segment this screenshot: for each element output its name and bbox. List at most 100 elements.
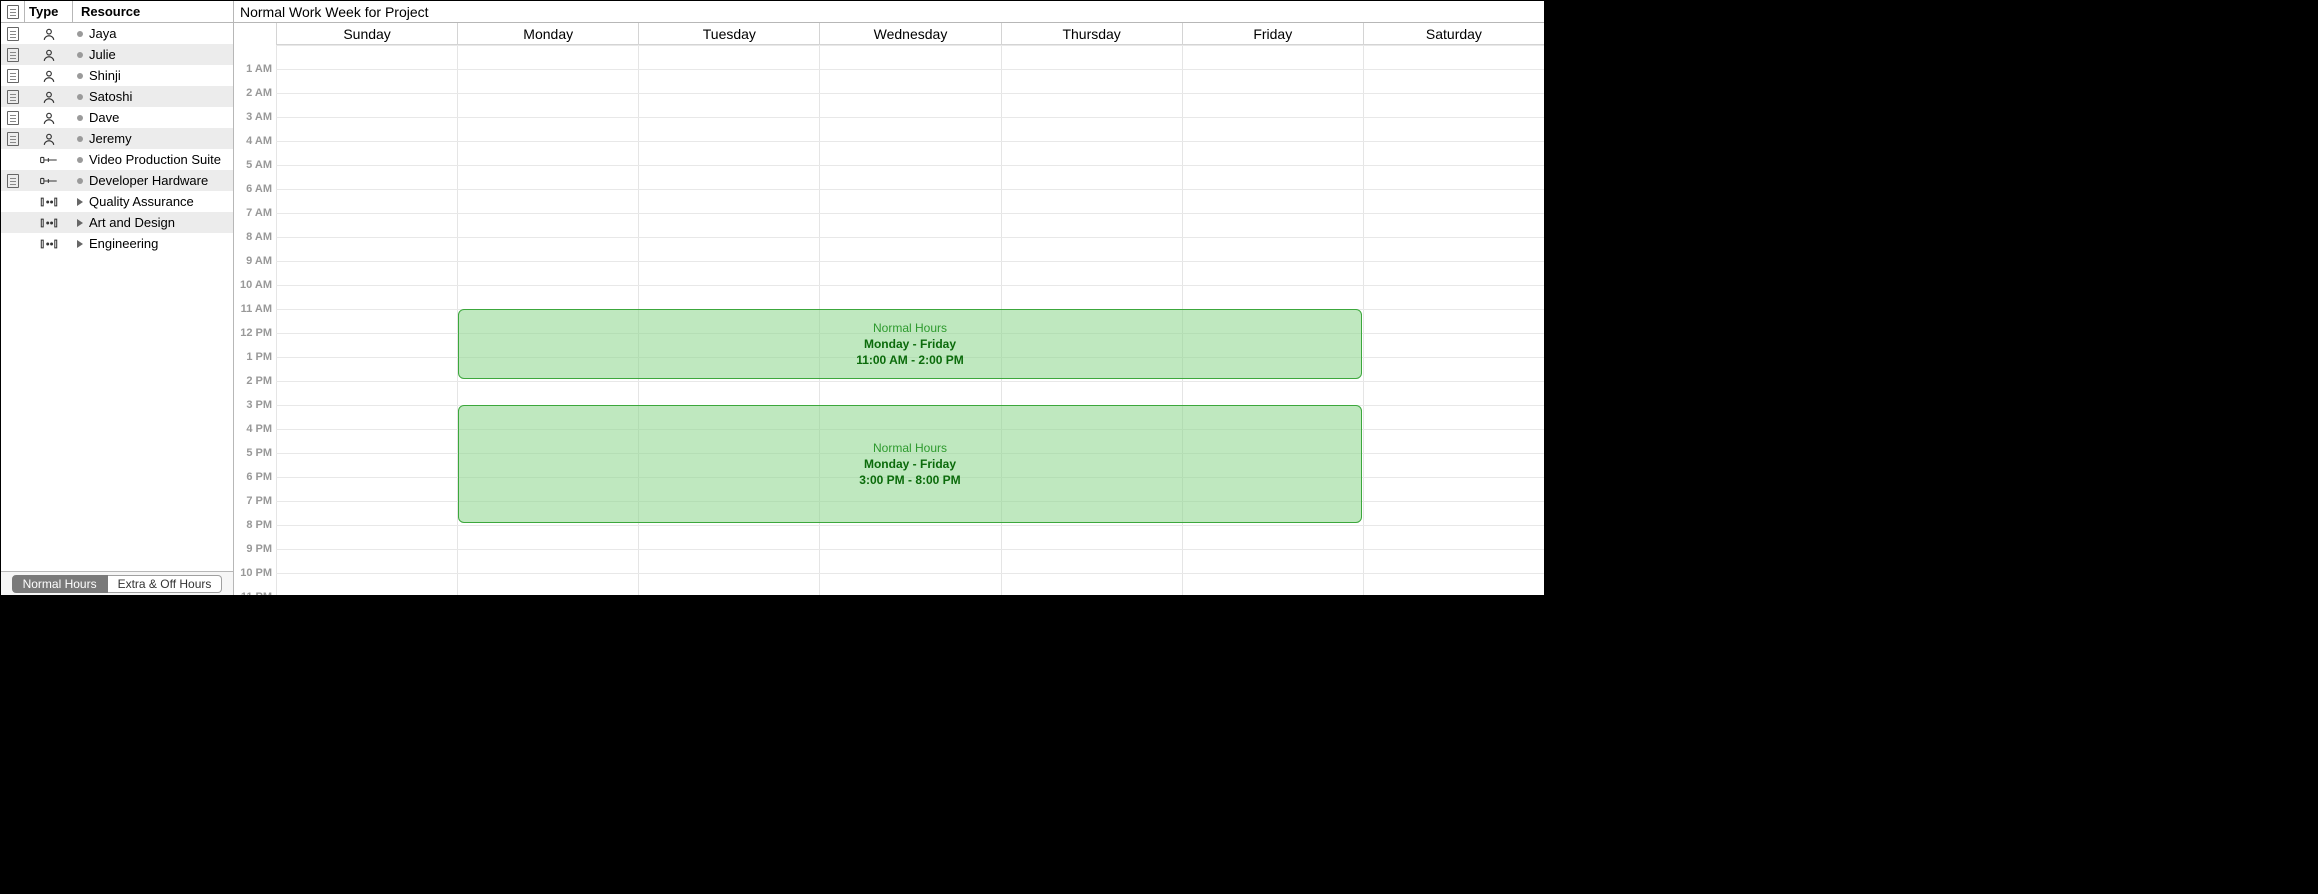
time-label: 12 PM [240, 327, 272, 339]
time-label: 7 PM [246, 495, 272, 507]
resource-row[interactable]: Satoshi [1, 86, 233, 107]
resource-row[interactable]: Quality Assurance [1, 191, 233, 212]
tab-normal-hours[interactable]: Normal Hours [12, 575, 108, 593]
equipment-icon [40, 153, 58, 167]
resource-row[interactable]: Julie [1, 44, 233, 65]
resource-name-label: Jaya [89, 26, 116, 41]
time-label: 5 AM [246, 159, 272, 171]
bullet-icon [77, 31, 83, 37]
time-label: 11 AM [241, 303, 272, 315]
group-icon [40, 216, 58, 230]
row-name-cell: Art and Design [73, 215, 233, 230]
bullet-icon [77, 73, 83, 79]
time-label: 1 PM [246, 351, 272, 363]
time-gutter: 1 AM2 AM3 AM4 AM5 AM6 AM7 AM8 AM9 AM10 A… [234, 23, 276, 595]
time-label: 9 AM [246, 255, 272, 267]
document-icon [7, 174, 19, 188]
schedule-block[interactable]: Normal HoursMonday - Friday11:00 AM - 2:… [458, 309, 1362, 379]
column-doc-icon-header[interactable] [1, 1, 25, 22]
row-type-cell [25, 132, 73, 146]
day-header-cell[interactable]: Tuesday [638, 23, 819, 44]
day-header-cell[interactable]: Monday [457, 23, 638, 44]
row-type-cell [25, 27, 73, 41]
document-icon [7, 132, 19, 146]
chevron-right-icon[interactable] [77, 219, 83, 227]
calendar-title: Normal Work Week for Project [234, 1, 1544, 23]
resource-row[interactable]: Developer Hardware [1, 170, 233, 191]
row-type-cell [25, 237, 73, 251]
resource-name-label: Shinji [89, 68, 121, 83]
row-name-cell: Jeremy [73, 131, 233, 146]
row-name-cell: Engineering [73, 236, 233, 251]
time-label: 10 PM [240, 567, 272, 579]
day-header-cell[interactable]: Thursday [1001, 23, 1182, 44]
resource-row[interactable]: Art and Design [1, 212, 233, 233]
person-icon [42, 27, 56, 41]
column-type-header[interactable]: Type [25, 1, 73, 22]
group-icon [40, 195, 58, 209]
day-column[interactable] [276, 45, 457, 595]
row-type-cell [25, 111, 73, 125]
time-label: 11 PM [241, 591, 272, 595]
column-resource-header[interactable]: Resource [73, 1, 233, 22]
row-doc-cell [1, 111, 25, 125]
row-type-cell [25, 90, 73, 104]
day-column[interactable] [1363, 45, 1544, 595]
row-type-cell [25, 195, 73, 209]
time-label: 3 PM [246, 399, 272, 411]
row-name-cell: Quality Assurance [73, 194, 233, 209]
row-name-cell: Dave [73, 110, 233, 125]
resource-name-label: Developer Hardware [89, 173, 208, 188]
document-icon [7, 5, 19, 19]
row-doc-cell [1, 132, 25, 146]
resource-row[interactable]: Engineering [1, 233, 233, 254]
day-header-cell[interactable]: Wednesday [819, 23, 1000, 44]
event-title: Normal Hours [459, 441, 1361, 455]
time-label: 4 PM [246, 423, 272, 435]
bullet-icon [77, 94, 83, 100]
event-time: 11:00 AM - 2:00 PM [459, 353, 1361, 367]
group-icon [40, 237, 58, 251]
calendar-body: SundayMondayTuesdayWednesdayThursdayFrid… [276, 23, 1544, 595]
row-type-cell [25, 153, 73, 167]
row-type-cell [25, 216, 73, 230]
calendar-grid[interactable]: Normal Hours Monday - Friday 11:00 AM - 2:… [276, 45, 1544, 595]
time-label: 8 AM [246, 231, 272, 243]
row-doc-cell [1, 174, 25, 188]
resource-name-label: Video Production Suite [89, 152, 221, 167]
chevron-right-icon[interactable] [77, 198, 83, 206]
day-header-cell[interactable]: Friday [1182, 23, 1363, 44]
event-days: Monday - Friday [459, 337, 1361, 351]
resource-name-label: Dave [89, 110, 119, 125]
document-icon [7, 27, 19, 41]
time-label: 9 PM [246, 543, 272, 555]
event-days: Monday - Friday [459, 457, 1361, 471]
resource-row[interactable]: Jeremy [1, 128, 233, 149]
resource-sidebar: Type Resource Jaya Julie Shinji Satoshi Dave… [1, 1, 234, 595]
chevron-right-icon[interactable] [77, 240, 83, 248]
time-label: 7 AM [246, 207, 272, 219]
day-header-cell[interactable]: Saturday [1363, 23, 1544, 44]
calendar-panel: Normal Work Week for Project 1 AM2 AM3 A… [234, 1, 1544, 595]
schedule-block[interactable]: Normal HoursMonday - Friday3:00 PM - 8:0… [458, 405, 1362, 523]
row-name-cell: Julie [73, 47, 233, 62]
resource-name-label: Satoshi [89, 89, 132, 104]
document-icon [7, 111, 19, 125]
document-icon [7, 69, 19, 83]
document-icon [7, 90, 19, 104]
resource-row[interactable]: Video Production Suite [1, 149, 233, 170]
resource-name-label: Julie [89, 47, 116, 62]
time-label: 2 AM [246, 87, 272, 99]
row-name-cell: Satoshi [73, 89, 233, 104]
day-header-cell[interactable]: Sunday [276, 23, 457, 44]
resource-name-label: Quality Assurance [89, 194, 194, 209]
resource-row[interactable]: Jaya [1, 23, 233, 44]
row-doc-cell [1, 69, 25, 83]
sidebar-header: Type Resource [1, 1, 233, 23]
row-type-cell [25, 174, 73, 188]
tab-extra-off-hours[interactable]: Extra & Off Hours [108, 575, 223, 593]
time-label: 3 AM [246, 111, 272, 123]
resource-row[interactable]: Dave [1, 107, 233, 128]
resource-row[interactable]: Shinji [1, 65, 233, 86]
person-icon [42, 69, 56, 83]
